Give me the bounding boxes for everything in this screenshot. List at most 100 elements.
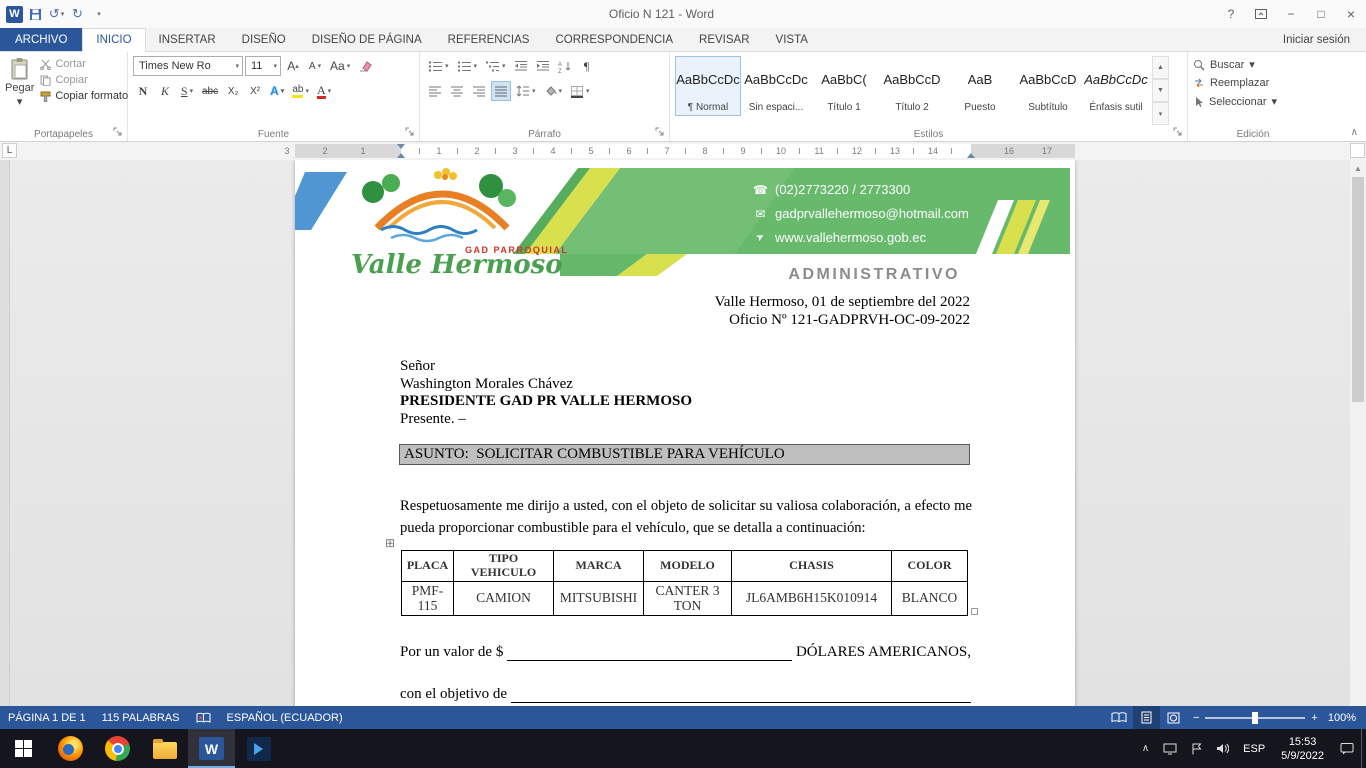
grow-font-button[interactable]: A▴ xyxy=(283,56,303,76)
tab-archivo[interactable]: ARCHIVO xyxy=(0,28,82,51)
align-right-button[interactable] xyxy=(469,81,489,101)
taskbar-firefox[interactable] xyxy=(47,729,94,768)
borders-button[interactable]: ▾ xyxy=(567,81,593,101)
page-indicator[interactable]: PÁGINA 1 DE 1 xyxy=(0,706,94,729)
font-dialog-launcher[interactable] xyxy=(405,127,416,138)
horizontal-ruler[interactable]: 3 2 1 1 2 3 4 5 6 7 8 9 10 11 12 13 14 1… xyxy=(295,144,1075,158)
document-page[interactable]: GAD PARROQUIAL Valle Hermoso ☎(02)277322… xyxy=(295,160,1075,706)
paragraph-dialog-launcher[interactable] xyxy=(655,127,666,138)
decrease-indent-button[interactable] xyxy=(511,56,531,76)
proofing-status[interactable] xyxy=(188,706,219,729)
text-effects-button[interactable]: A▾ xyxy=(267,81,287,101)
redo-button[interactable]: ↻ xyxy=(69,4,86,24)
sign-in-link[interactable]: Iniciar sesión xyxy=(1283,28,1366,51)
action-center-button[interactable] xyxy=(1333,729,1361,768)
table-move-handle[interactable]: ⊞ xyxy=(385,536,395,550)
styles-dialog-launcher[interactable] xyxy=(1173,127,1184,138)
taskbar-chrome[interactable] xyxy=(94,729,141,768)
zoom-slider[interactable] xyxy=(1205,717,1305,719)
tray-speaker-icon[interactable] xyxy=(1209,729,1236,768)
minimize-button[interactable]: − xyxy=(1276,0,1306,28)
bold-button[interactable]: N xyxy=(133,81,153,101)
table-resize-handle[interactable] xyxy=(971,608,978,615)
cut-button[interactable]: Cortar xyxy=(40,58,128,70)
tray-clock[interactable]: 15:53 5/9/2022 xyxy=(1272,729,1333,768)
replace-button[interactable]: Reemplazar xyxy=(1193,77,1313,89)
tray-language[interactable]: ESP xyxy=(1236,729,1272,768)
taskbar-file-explorer[interactable] xyxy=(141,729,188,768)
bullets-button[interactable]: ▾ xyxy=(425,56,452,76)
copy-button[interactable]: Copiar xyxy=(40,74,128,86)
tab-vista[interactable]: VISTA xyxy=(763,28,821,51)
font-family-combo[interactable]: Times New Ro▾ xyxy=(133,56,243,76)
highlight-color-button[interactable]: ab▾ xyxy=(289,81,312,101)
subscript-button[interactable]: X₂ xyxy=(223,81,243,101)
zoom-percentage[interactable]: 100% xyxy=(1324,712,1366,724)
show-desktop-button[interactable] xyxy=(1361,729,1366,768)
zoom-in-button[interactable]: + xyxy=(1311,712,1317,724)
italic-button[interactable]: K xyxy=(155,81,175,101)
tray-flag-icon[interactable] xyxy=(1184,729,1209,768)
style-sin-espaciado[interactable]: AaBbCcDcSin espaci... xyxy=(743,56,809,116)
tab-diseno[interactable]: DISEÑO xyxy=(229,28,299,51)
style-subtitulo[interactable]: AaBbCcDSubtítulo xyxy=(1015,56,1081,116)
close-button[interactable]: × xyxy=(1336,0,1366,28)
tab-correspondencia[interactable]: CORRESPONDENCIA xyxy=(542,28,686,51)
maximize-button[interactable]: □ xyxy=(1306,0,1336,28)
zoom-slider-thumb[interactable] xyxy=(1252,712,1258,724)
tab-revisar[interactable]: REVISAR xyxy=(686,28,763,51)
clipboard-dialog-launcher[interactable] xyxy=(113,127,124,138)
style-puesto[interactable]: AaBPuesto xyxy=(947,56,1013,116)
scrollbar-thumb[interactable] xyxy=(1352,177,1364,402)
tab-diseno-de-pagina[interactable]: DISEÑO DE PÁGINA xyxy=(299,28,435,51)
vertical-scrollbar[interactable]: ▲ xyxy=(1350,160,1366,706)
first-line-indent-marker[interactable] xyxy=(397,144,405,149)
scroll-up-button[interactable]: ▲ xyxy=(1350,160,1366,176)
numbering-button[interactable]: ▾ xyxy=(454,56,481,76)
align-left-button[interactable] xyxy=(425,81,445,101)
taskbar-word[interactable]: W xyxy=(188,729,235,768)
tray-display-icon[interactable] xyxy=(1156,729,1184,768)
style-enfasis-sutil[interactable]: AaBbCcDcÉnfasis sutil xyxy=(1083,56,1149,116)
superscript-button[interactable]: X² xyxy=(245,81,265,101)
shading-button[interactable]: ▾ xyxy=(541,81,566,101)
save-button[interactable] xyxy=(27,4,44,24)
font-size-combo[interactable]: 11▾ xyxy=(245,56,281,76)
undo-button[interactable]: ↺▾ xyxy=(48,4,65,24)
increase-indent-button[interactable] xyxy=(533,56,553,76)
font-color-button[interactable]: A▾ xyxy=(314,81,334,101)
hanging-indent-marker[interactable] xyxy=(397,153,405,158)
style-titulo-2[interactable]: AaBbCcDTítulo 2 xyxy=(879,56,945,116)
align-center-button[interactable] xyxy=(447,81,467,101)
styles-scroll-down-button[interactable]: ▼ xyxy=(1152,79,1169,102)
customize-qat-button[interactable]: ▾ xyxy=(90,4,107,24)
tab-stop-selector[interactable]: L xyxy=(2,143,17,158)
show-hidden-icons-button[interactable]: ∧ xyxy=(1135,729,1156,768)
read-mode-button[interactable] xyxy=(1106,706,1133,729)
change-case-button[interactable]: Aa▾ xyxy=(327,56,353,76)
tab-referencias[interactable]: REFERENCIAS xyxy=(435,28,543,51)
collapse-ribbon-button[interactable]: ∧ xyxy=(1351,127,1358,138)
multilevel-list-button[interactable]: ▾ xyxy=(482,56,509,76)
style-normal[interactable]: AaBbCcDc¶ Normal xyxy=(675,56,741,116)
right-indent-marker[interactable] xyxy=(967,153,975,158)
language-indicator[interactable]: ESPAÑOL (ECUADOR) xyxy=(219,706,351,729)
show-marks-button[interactable]: ¶ xyxy=(577,56,597,76)
paste-button[interactable]: Pegar ▾ xyxy=(5,56,34,125)
strikethrough-button[interactable]: abc xyxy=(199,81,221,101)
web-layout-button[interactable] xyxy=(1160,706,1187,729)
help-button[interactable]: ? xyxy=(1216,0,1246,28)
select-button[interactable]: Seleccionar ▾ xyxy=(1193,95,1313,108)
clear-formatting-button[interactable] xyxy=(355,56,375,76)
zoom-out-button[interactable]: − xyxy=(1193,712,1199,724)
style-titulo-1[interactable]: AaBbC(Título 1 xyxy=(811,56,877,116)
styles-more-button[interactable]: ▾ xyxy=(1152,102,1169,125)
start-button[interactable] xyxy=(0,729,47,768)
find-button[interactable]: Buscar ▾ xyxy=(1193,58,1313,71)
taskbar-media-app[interactable] xyxy=(235,729,282,768)
underline-button[interactable]: S▾ xyxy=(177,81,197,101)
ruler-toggle-button[interactable] xyxy=(1350,143,1365,158)
justify-button[interactable] xyxy=(491,81,511,101)
shrink-font-button[interactable]: A▾ xyxy=(305,56,325,76)
tab-insertar[interactable]: INSERTAR xyxy=(146,28,229,51)
